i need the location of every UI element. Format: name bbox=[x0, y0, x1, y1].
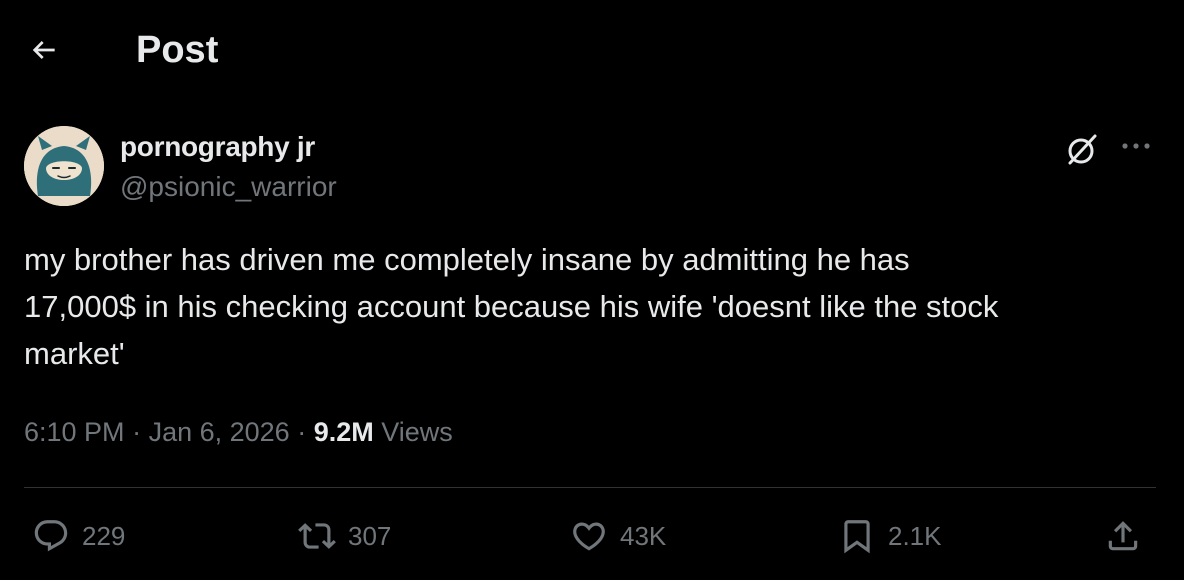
share-button[interactable] bbox=[1104, 514, 1142, 558]
grok-button[interactable] bbox=[1060, 128, 1104, 172]
page-title: Post bbox=[136, 29, 219, 71]
avatar-image bbox=[24, 126, 104, 206]
views-count[interactable]: 9.2M bbox=[314, 417, 374, 447]
reply-icon bbox=[34, 520, 68, 552]
avatar[interactable] bbox=[24, 126, 104, 206]
bookmark-count: 2.1K bbox=[888, 520, 942, 551]
bookmark-icon bbox=[844, 520, 870, 554]
repost-button[interactable]: 307 bbox=[298, 514, 391, 558]
reply-count: 229 bbox=[82, 520, 126, 551]
more-horizontal-icon bbox=[1122, 143, 1150, 149]
divider bbox=[24, 487, 1156, 488]
grok-icon bbox=[1068, 134, 1097, 165]
repost-icon bbox=[298, 523, 336, 549]
share-icon bbox=[1108, 521, 1138, 551]
post-time[interactable]: 6:10 PM bbox=[24, 417, 125, 447]
views-label: Views bbox=[373, 417, 453, 447]
post-text: my brother has driven me completely insa… bbox=[24, 242, 999, 371]
top-bar: Post bbox=[0, 0, 1184, 100]
post-date[interactable]: Jan 6, 2026 bbox=[149, 417, 290, 447]
arrow-left-icon bbox=[32, 41, 55, 59]
meta-separator: · bbox=[289, 417, 314, 447]
author-handle[interactable]: @psionic_warrior bbox=[120, 170, 337, 204]
meta-separator: · bbox=[124, 417, 149, 447]
back-button[interactable] bbox=[20, 26, 68, 74]
heart-icon bbox=[573, 522, 605, 551]
more-button[interactable] bbox=[1116, 130, 1156, 162]
like-button[interactable]: 43K bbox=[570, 514, 666, 558]
like-count: 43K bbox=[620, 520, 667, 551]
bookmark-button[interactable]: 2.1K bbox=[838, 514, 942, 558]
reply-button[interactable]: 229 bbox=[32, 514, 125, 558]
repost-count: 307 bbox=[348, 520, 392, 551]
post-meta: 6:10 PM · Jan 6, 2026 · 9.2M Views bbox=[24, 414, 453, 450]
author-name[interactable]: pornography jr bbox=[120, 130, 315, 164]
